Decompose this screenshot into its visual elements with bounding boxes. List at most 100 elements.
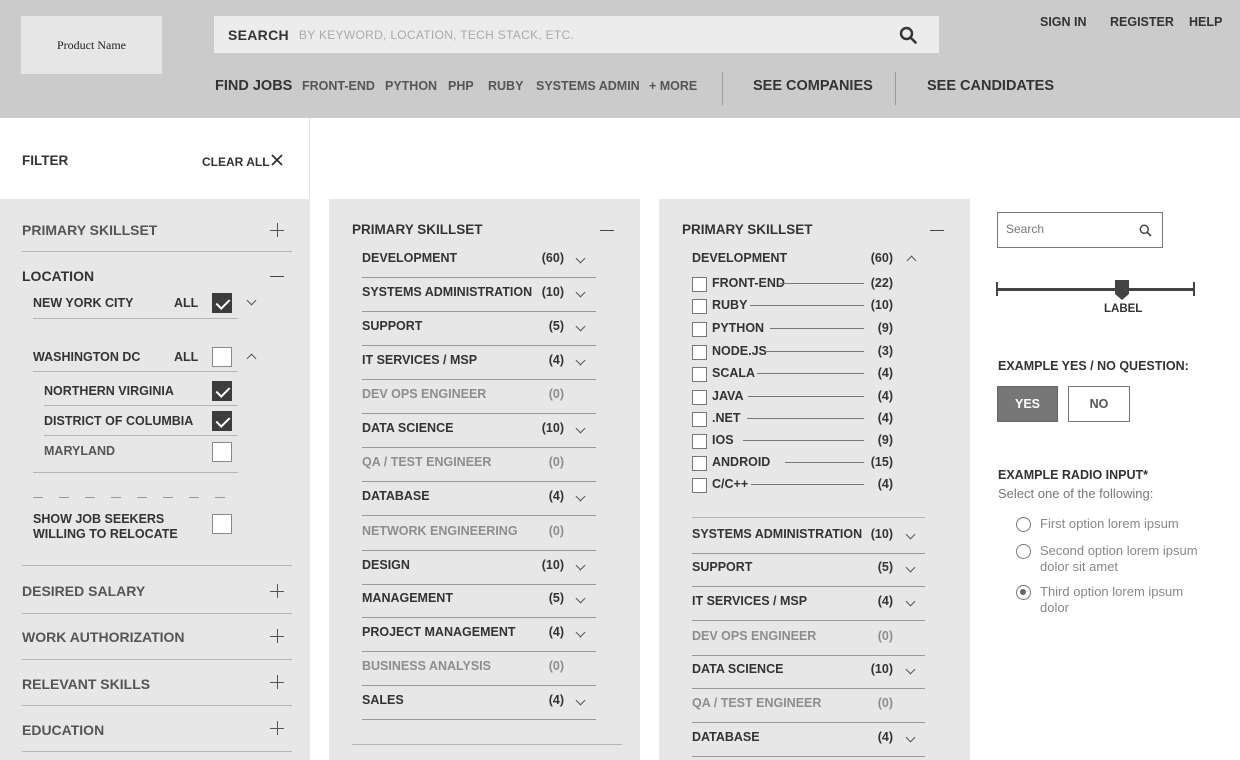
search-icon[interactable] [1139,224,1152,237]
maryland-checkbox[interactable] [212,442,232,462]
see-candidates-link[interactable]: SEE CANDIDATES [927,78,1054,94]
chevron-down-icon[interactable] [575,695,586,706]
chevron-down-icon[interactable] [575,627,586,638]
radio-option-3[interactable] [1016,585,1031,600]
job-link-php[interactable]: PHP [448,79,474,93]
chevron-down-icon[interactable] [905,529,916,540]
skill-item-support[interactable]: SUPPORT [692,560,752,574]
sign-in-link[interactable]: SIGN IN [1040,15,1087,29]
chevron-down-icon[interactable] [575,423,586,434]
see-companies-link[interactable]: SEE COMPANIES [753,78,873,94]
clear-all-button[interactable]: CLEAR ALL [202,155,270,169]
skill-item-dev-ops-engineer[interactable]: DEV OPS ENGINEER [362,387,486,401]
skill-item-qa-test-engineer[interactable]: QA / TEST ENGINEER [692,696,821,710]
yes-button[interactable]: YES [997,386,1058,422]
product-logo[interactable]: Product Name [21,16,162,74]
relocate-checkbox[interactable] [212,514,232,534]
search-icon[interactable] [899,26,917,44]
no-button[interactable]: NO [1068,386,1130,422]
slider-thumb[interactable] [1114,279,1130,301]
skill-item-data-science[interactable]: DATA SCIENCE [692,662,783,676]
job-link-front-end[interactable]: FRONT-END [302,79,375,93]
slider-max-tick [1193,282,1195,296]
subskill-checkbox-python[interactable] [692,322,707,337]
subskill-checkbox--net[interactable] [692,412,707,427]
more-jobs-link[interactable]: + MORE [649,79,697,93]
skill-item-development[interactable]: DEVELOPMENT [362,251,457,265]
skill-item-network-engineering[interactable]: NETWORK ENGINEERING [362,524,518,538]
relevant-skills-filter[interactable]: RELEVANT SKILLS [22,676,150,692]
skill-item-database[interactable]: DATABASE [362,489,430,503]
northern-virginia-checkbox[interactable] [212,381,232,401]
job-link-ruby[interactable]: RUBY [488,79,523,93]
washington-checkbox[interactable] [212,347,232,367]
subskill-checkbox-node-js[interactable] [692,345,707,360]
skill-item-systems-administration[interactable]: SYSTEMS ADMINISTRATION [692,527,862,541]
collapse-minus-icon[interactable] [270,276,284,278]
radio-option-1[interactable] [1016,517,1031,532]
widget-search-input[interactable]: Search [997,212,1163,248]
skill-item-it-services-msp[interactable]: IT SERVICES / MSP [692,594,807,608]
skill-item-dev-ops-engineer[interactable]: DEV OPS ENGINEER [692,629,816,643]
chevron-down-icon[interactable] [905,596,916,607]
skill-item-it-services-msp[interactable]: IT SERVICES / MSP [362,353,477,367]
help-link[interactable]: HELP [1189,15,1222,29]
job-link-systems-admin[interactable]: SYSTEMS ADMIN [536,79,640,93]
location-filter[interactable]: LOCATION [22,268,94,284]
panel-title: PRIMARY SKILLSET [352,222,483,237]
chevron-down-icon[interactable] [575,253,586,264]
expand-plus-icon[interactable] [270,629,284,643]
find-jobs-link[interactable]: FIND JOBS [215,78,292,94]
register-link[interactable]: REGISTER [1110,15,1174,29]
subskill-checkbox-front-end[interactable] [692,277,707,292]
skill-item-database[interactable]: DATABASE [692,730,760,744]
subskill-checkbox-c-c-[interactable] [692,478,707,493]
chevron-down-icon[interactable] [575,321,586,332]
job-link-python[interactable]: PYTHON [385,79,437,93]
subskill-checkbox-ios[interactable] [692,434,707,449]
subskill-checkbox-ruby[interactable] [692,299,707,314]
global-search-bar[interactable]: SEARCH BY KEYWORD, LOCATION, TECH STACK,… [214,16,939,53]
development-item[interactable]: DEVELOPMENT [692,251,787,265]
skill-item-data-science[interactable]: DATA SCIENCE [362,421,453,435]
chevron-up-icon[interactable] [906,255,917,266]
skill-item-qa-test-engineer[interactable]: QA / TEST ENGINEER [362,455,491,469]
collapse-minus-icon[interactable] [930,230,944,232]
chevron-down-icon[interactable] [905,664,916,675]
skill-item-business-analysis[interactable]: BUSINESS ANALYSIS [362,659,491,673]
skill-item-sales[interactable]: SALES [362,693,404,707]
chevron-down-icon[interactable] [575,287,586,298]
skill-item-systems-administration[interactable]: SYSTEMS ADMINISTRATION [362,285,532,299]
district-of-columbia-checkbox[interactable] [212,411,232,431]
chevron-up-icon[interactable] [246,353,257,364]
chevron-down-icon[interactable] [575,491,586,502]
subskill-checkbox-java[interactable] [692,390,707,405]
expand-plus-icon[interactable] [270,584,284,598]
work-authorization-filter[interactable]: WORK AUTHORIZATION [22,629,185,645]
chevron-down-icon[interactable] [905,562,916,573]
chevron-down-icon[interactable] [246,295,257,306]
subskill-checkbox-scala[interactable] [692,367,707,382]
skill-item-support[interactable]: SUPPORT [362,319,422,333]
chevron-down-icon[interactable] [575,560,586,571]
divider [22,751,292,752]
nyc-checkbox[interactable] [212,293,232,313]
search-placeholder[interactable]: BY KEYWORD, LOCATION, TECH STACK, ETC. [299,28,574,42]
chevron-down-icon[interactable] [905,732,916,743]
skill-item-design[interactable]: DESIGN [362,558,410,572]
expand-plus-icon[interactable] [270,223,284,237]
education-filter[interactable]: EDUCATION [22,722,104,738]
chevron-down-icon[interactable] [575,593,586,604]
primary-skillset-filter[interactable]: PRIMARY SKILLSET [22,222,157,238]
skill-item-project-management[interactable]: PROJECT MANAGEMENT [362,625,515,639]
chevron-down-icon[interactable] [575,355,586,366]
expand-plus-icon[interactable] [270,721,284,735]
expand-plus-icon[interactable] [270,675,284,689]
radio-option-2[interactable] [1016,544,1031,559]
close-icon[interactable] [271,154,283,166]
subskill-checkbox-android[interactable] [692,456,707,471]
collapse-minus-icon[interactable] [600,230,614,232]
slider-track[interactable] [997,288,1195,291]
desired-salary-filter[interactable]: DESIRED SALARY [22,583,145,599]
skill-item-management[interactable]: MANAGEMENT [362,591,453,605]
